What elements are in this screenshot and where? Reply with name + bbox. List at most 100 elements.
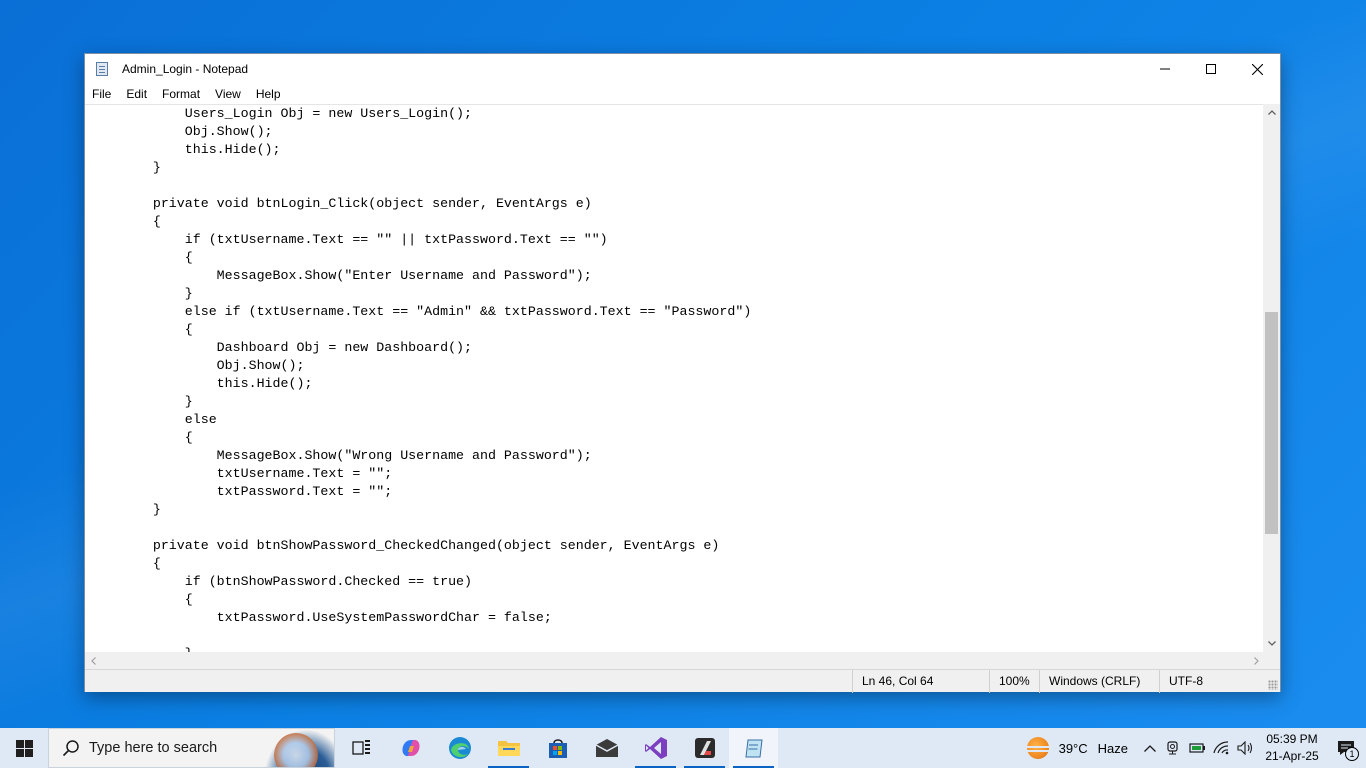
- volume-button[interactable]: [1234, 728, 1258, 768]
- code-line: txtPassword.Text = "";: [89, 484, 393, 499]
- code-line: {: [89, 430, 193, 445]
- edge-icon: [448, 737, 471, 759]
- code-line: MessageBox.Show("Enter Username and Pass…: [89, 268, 592, 283]
- battery-button[interactable]: [1186, 728, 1210, 768]
- menu-format[interactable]: Format: [155, 87, 208, 101]
- mail-icon: [595, 739, 618, 757]
- code-line: Obj.Show();: [89, 124, 273, 139]
- code-line: {: [89, 556, 161, 571]
- weather-widget[interactable]: 39°C Haze: [1019, 737, 1138, 759]
- clock-date: 21-Apr-25: [1265, 749, 1319, 763]
- notification-center-button[interactable]: 1: [1326, 728, 1366, 768]
- task-view-button[interactable]: [337, 728, 386, 768]
- speaker-icon: [1237, 741, 1253, 755]
- code-line: {: [89, 322, 193, 337]
- code-line: {: [89, 250, 193, 265]
- text-editor[interactable]: Users_Login Obj = new Users_Login(); Obj…: [85, 104, 1265, 652]
- code-line: Dashboard Obj = new Dashboard();: [89, 340, 473, 355]
- menu-help[interactable]: Help: [249, 87, 289, 101]
- code-line: private void btnLogin_Click(object sende…: [89, 196, 592, 211]
- resize-grip-icon[interactable]: [1268, 680, 1278, 690]
- network-button[interactable]: [1210, 728, 1234, 768]
- copilot-button[interactable]: [386, 728, 435, 768]
- code-line: if (txtUsername.Text == "" || txtPasswor…: [89, 232, 608, 247]
- line-ending: Windows (CRLF): [1039, 670, 1159, 693]
- edge-button[interactable]: [435, 728, 484, 768]
- search-box[interactable]: Type here to search: [48, 728, 335, 768]
- menu-file[interactable]: File: [85, 87, 119, 101]
- title-bar[interactable]: Admin_Login - Notepad: [85, 54, 1280, 84]
- search-highlight-image: [264, 729, 334, 767]
- code-line: }: [89, 160, 161, 175]
- search-placeholder: Type here to search: [89, 740, 218, 756]
- scroll-up-icon[interactable]: [1263, 104, 1280, 121]
- code-line: private void btnShowPassword_CheckedChan…: [89, 538, 720, 553]
- vertical-scroll-thumb[interactable]: [1265, 312, 1278, 534]
- code-line: this.Hide();: [89, 142, 281, 157]
- code-line: }: [89, 286, 193, 301]
- visual-studio-button[interactable]: [631, 728, 680, 768]
- menu-edit[interactable]: Edit: [119, 87, 155, 101]
- cursor-position: Ln 46, Col 64: [852, 670, 992, 693]
- vertical-scrollbar[interactable]: [1263, 104, 1280, 652]
- haze-weather-icon: [1024, 737, 1051, 759]
- maximize-icon: [1206, 64, 1216, 74]
- meet-now-button[interactable]: [1162, 728, 1186, 768]
- store-icon: [548, 739, 567, 758]
- code-line: else if (txtUsername.Text == "Admin" && …: [89, 304, 752, 319]
- code-content: Users_Login Obj = new Users_Login(); Obj…: [85, 105, 751, 652]
- window-controls: [1142, 54, 1280, 84]
- notepad-window[interactable]: Admin_Login - Notepad File Edit Format V…: [84, 53, 1281, 693]
- code-line: Users_Login Obj = new Users_Login();: [89, 106, 473, 121]
- mail-button[interactable]: [582, 728, 631, 768]
- encoding: UTF-8: [1159, 670, 1259, 693]
- microsoft-store-button[interactable]: [533, 728, 582, 768]
- folder-icon: [497, 741, 520, 756]
- close-button[interactable]: [1234, 54, 1280, 84]
- code-line: txtPassword.UseSystemPasswordChar = fals…: [89, 610, 552, 625]
- system-tray: 39°C Haze 05:39 PM 21-Apr-25 1: [1019, 728, 1366, 768]
- code-line: }: [89, 394, 193, 409]
- code-line: }: [85, 645, 751, 652]
- clock[interactable]: 05:39 PM 21-Apr-25: [1258, 731, 1326, 765]
- terminal-app-button[interactable]: [680, 728, 729, 768]
- notification-badge: 1: [1345, 747, 1359, 761]
- scroll-down-icon[interactable]: [1263, 635, 1280, 652]
- code-line: if (btnShowPassword.Checked == true): [89, 574, 473, 589]
- code-line: Obj.Show();: [89, 358, 305, 373]
- scroll-left-icon[interactable]: [85, 652, 102, 669]
- maximize-button[interactable]: [1188, 54, 1234, 84]
- code-line: }: [89, 502, 161, 517]
- start-button[interactable]: [0, 728, 48, 768]
- taskbar: Type here to search 39°C Haze 05:39 PM 2…: [0, 728, 1366, 768]
- minimize-button[interactable]: [1142, 54, 1188, 84]
- file-explorer-button[interactable]: [484, 728, 533, 768]
- code-line: this.Hide();: [89, 376, 313, 391]
- battery-charging-icon: [1189, 743, 1205, 753]
- scrollbar-corner: [1263, 652, 1280, 669]
- notepad-icon: [94, 61, 110, 77]
- webcam-icon: [1167, 741, 1178, 755]
- status-bar: Ln 46, Col 64 100% Windows (CRLF) UTF-8: [85, 669, 1280, 693]
- app-icon: [694, 738, 715, 758]
- minimize-icon: [1160, 68, 1170, 70]
- windows-logo-icon: [15, 739, 33, 757]
- code-line: txtUsername.Text = "";: [89, 466, 393, 481]
- weather-temperature: 39°C: [1058, 740, 1088, 756]
- code-line: {: [89, 592, 193, 607]
- window-title: Admin_Login - Notepad: [122, 62, 249, 76]
- notepad-taskbar-button[interactable]: [729, 728, 778, 768]
- clock-time: 05:39 PM: [1266, 732, 1318, 746]
- zoom-level: 100%: [989, 670, 1039, 693]
- search-icon: [61, 738, 81, 758]
- show-hidden-icons-button[interactable]: [1138, 728, 1162, 768]
- horizontal-scrollbar[interactable]: [85, 652, 1265, 669]
- menu-bar: File Edit Format View Help: [85, 84, 1280, 104]
- menu-view[interactable]: View: [208, 87, 249, 101]
- copilot-icon: [401, 739, 420, 757]
- notepad-icon: [744, 739, 763, 758]
- visual-studio-icon: [644, 737, 667, 759]
- close-icon: [1251, 63, 1263, 75]
